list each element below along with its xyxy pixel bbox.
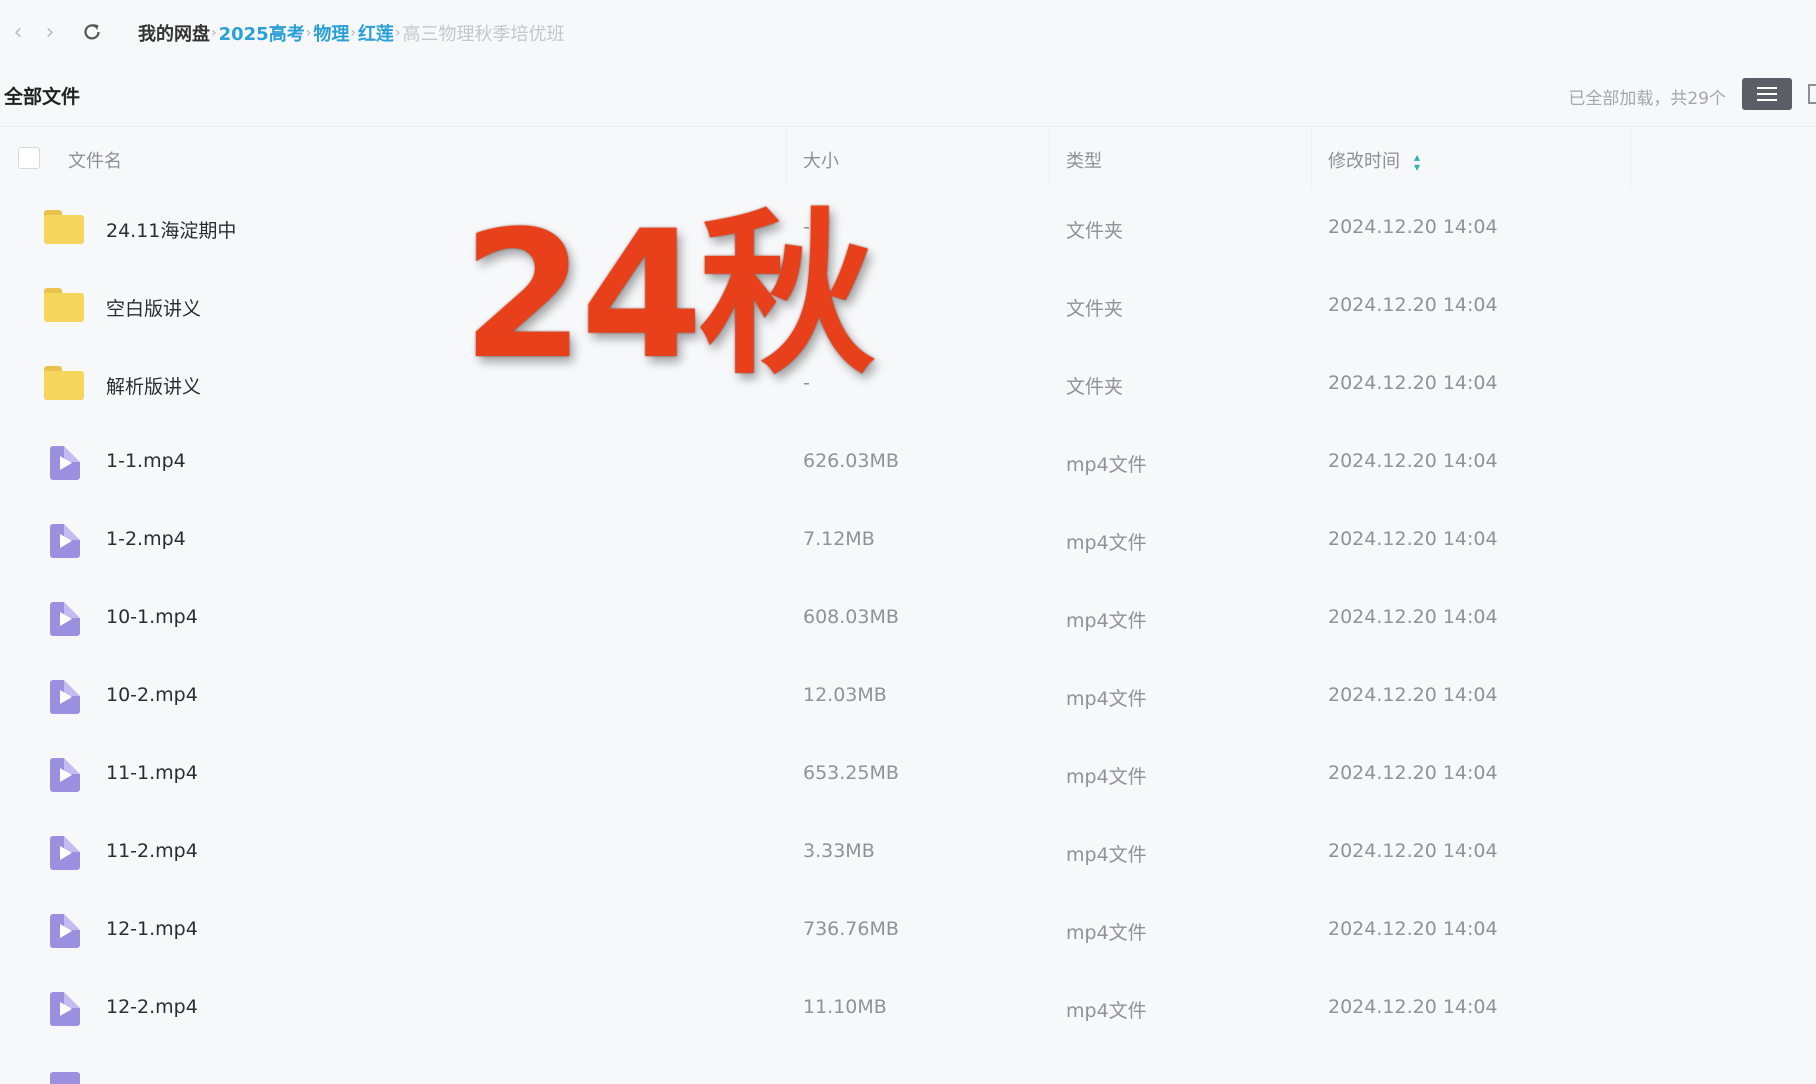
video-file-icon [44,444,88,482]
file-size: - [803,372,810,394]
file-modified-time: 2024.12.20 14:04 [1328,996,1498,1018]
video-file-icon [44,522,88,560]
sort-arrow-icon[interactable]: ▴ ▾ [1414,151,1420,173]
table-row[interactable]: 24.11海淀期中 - 文件夹 2024.12.20 14:04 [0,190,1816,268]
file-type: mp4文件 [1066,766,1147,788]
column-header-type[interactable]: 类型 [1066,147,1102,173]
column-header-modified[interactable]: 修改时间 ▴ ▾ [1328,147,1420,173]
file-size: - [803,294,810,316]
page-title: 全部文件 [4,86,81,108]
file-size: - [803,216,810,238]
file-name: 10-1.mp4 [106,606,198,628]
file-modified-time: 2024.12.20 14:04 [1328,528,1498,550]
video-file-icon [44,756,88,794]
column-divider[interactable] [1049,127,1050,189]
table-row[interactable]: 10-2.mp4 12.03MB mp4文件 2024.12.20 14:04 [0,658,1816,736]
folder-icon [44,366,88,404]
video-file-icon [44,678,88,716]
column-divider[interactable] [1311,127,1312,189]
video-file-icon [50,1072,80,1084]
refresh-icon[interactable] [80,20,104,44]
file-modified-time: 2024.12.20 14:04 [1328,216,1498,238]
column-divider[interactable] [1630,127,1631,189]
chevron-left-icon[interactable]: ‹ [6,20,30,45]
table-row[interactable]: 12-2.mp4 11.10MB mp4文件 2024.12.20 14:04 [0,970,1816,1048]
file-type: mp4文件 [1066,610,1147,632]
file-modified-time: 2024.12.20 14:04 [1328,450,1498,472]
table-row[interactable]: 11-1.mp4 653.25MB mp4文件 2024.12.20 14:04 [0,736,1816,814]
column-header-size[interactable]: 大小 [803,147,839,173]
column-header-name[interactable]: 文件名 [68,147,122,173]
file-size: 3.33MB [803,840,875,862]
breadcrumb-item[interactable]: 我的网盘 [138,20,210,46]
breadcrumb-item[interactable]: 2025高考 [219,20,305,46]
file-size: 608.03MB [803,606,899,628]
breadcrumb: 我的网盘 › 2025高考 › 物理 › 红莲 › 高三物理秋季培优班 [138,20,565,46]
file-modified-time: 2024.12.20 14:04 [1328,840,1498,862]
file-name: 空白版讲义 [106,298,202,320]
file-size: 736.76MB [803,918,899,940]
video-file-icon [44,912,88,950]
file-size: 12.03MB [803,684,887,706]
table-row[interactable]: 解析版讲义 - 文件夹 2024.12.20 14:04 [0,346,1816,424]
table-header: 文件名 大小 类型 修改时间 ▴ ▾ [0,127,1816,189]
file-modified-time: 2024.12.20 14:04 [1328,294,1498,316]
breadcrumb-separator-icon: › [394,25,401,41]
file-size: 626.03MB [803,450,899,472]
breadcrumb-separator-icon: › [350,25,356,41]
file-type: 文件夹 [1066,220,1124,242]
file-size: 7.12MB [803,528,875,550]
file-type: 文件夹 [1066,376,1124,398]
file-name: 11-1.mp4 [106,762,198,784]
table-row[interactable]: 11-2.mp4 3.33MB mp4文件 2024.12.20 14:04 [0,814,1816,892]
grid-view-icon[interactable] [1808,84,1816,104]
load-status-text: 已全部加载，共29个 [1568,89,1726,109]
file-modified-time: 2024.12.20 14:04 [1328,372,1498,394]
video-file-icon [44,600,88,638]
column-divider[interactable] [786,127,787,189]
breadcrumb-item[interactable]: 红莲 [358,20,394,46]
top-nav-bar: ‹ › 我的网盘 › 2025高考 › 物理 › 红莲 › 高三物理秋季培优班 [0,0,1816,65]
breadcrumb-item[interactable]: 物理 [313,20,349,46]
file-type: mp4文件 [1066,1000,1147,1022]
breadcrumb-separator-icon: › [211,25,217,41]
folder-icon [44,288,88,326]
file-name: 12-1.mp4 [106,918,198,940]
breadcrumb-item[interactable]: 高三物理秋季培优班 [403,20,565,46]
file-list: 24.11海淀期中 - 文件夹 2024.12.20 14:04 空白版讲义 - 文件夹 20… [0,190,1816,1048]
file-size: 653.25MB [803,762,899,784]
table-row[interactable]: 1-2.mp4 7.12MB mp4文件 2024.12.20 14:04 [0,502,1816,580]
file-name: 11-2.mp4 [106,840,198,862]
file-type: mp4文件 [1066,844,1147,866]
file-type: mp4文件 [1066,532,1147,554]
breadcrumb-separator-icon: › [305,25,312,41]
table-row[interactable]: 空白版讲义 - 文件夹 2024.12.20 14:04 [0,268,1816,346]
file-name: 12-2.mp4 [106,996,198,1018]
column-header-modified-label: 修改时间 [1328,151,1400,172]
select-all-checkbox[interactable] [18,147,40,169]
table-row[interactable]: 12-1.mp4 736.76MB mp4文件 2024.12.20 14:04 [0,892,1816,970]
table-row[interactable]: 10-1.mp4 608.03MB mp4文件 2024.12.20 14:04 [0,580,1816,658]
file-name: 10-2.mp4 [106,684,198,706]
file-name: 1-2.mp4 [106,528,186,550]
file-name: 解析版讲义 [106,376,202,398]
file-type: 文件夹 [1066,298,1124,320]
file-toolbar: 全部文件 已全部加载，共29个 [0,64,1816,127]
file-type: mp4文件 [1066,922,1147,944]
file-modified-time: 2024.12.20 14:04 [1328,684,1498,706]
video-file-icon [44,990,88,1028]
file-type: mp4文件 [1066,454,1147,476]
list-view-icon[interactable] [1742,78,1792,110]
file-size: 11.10MB [803,996,887,1018]
file-type: mp4文件 [1066,688,1147,710]
video-file-icon [44,834,88,872]
file-name: 24.11海淀期中 [106,220,237,242]
file-name: 1-1.mp4 [106,450,186,472]
file-modified-time: 2024.12.20 14:04 [1328,606,1498,628]
folder-icon [44,210,88,248]
table-row[interactable]: 1-1.mp4 626.03MB mp4文件 2024.12.20 14:04 [0,424,1816,502]
file-modified-time: 2024.12.20 14:04 [1328,918,1498,940]
chevron-right-icon[interactable]: › [38,20,62,45]
file-modified-time: 2024.12.20 14:04 [1328,762,1498,784]
